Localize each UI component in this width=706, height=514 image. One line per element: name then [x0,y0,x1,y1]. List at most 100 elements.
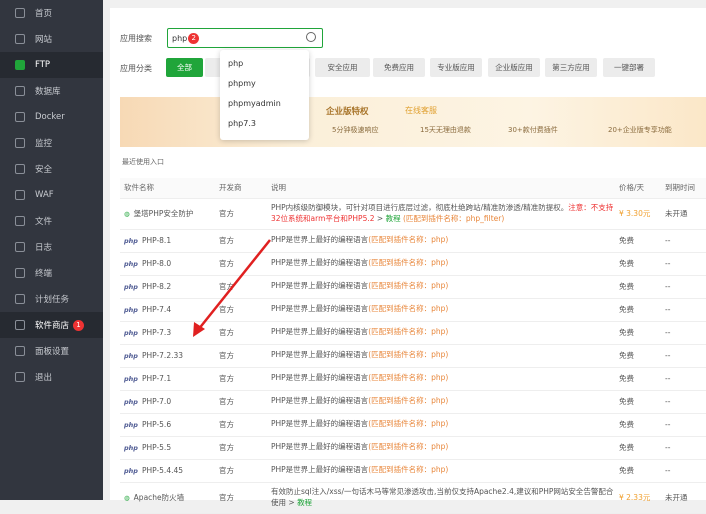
sidebar-item[interactable]: 日志 [0,234,103,260]
category-button[interactable]: 免费应用 [373,58,425,77]
table-row[interactable]: php PHP-5.5 官方 PHP是世界上最好的编程语言(匹配到插件名称：php… [120,436,706,460]
sidebar-item[interactable]: WAF [0,182,103,208]
notification-badge: 1 [73,319,85,331]
sidebar-item-label: 面板设置 [35,347,70,357]
category-button[interactable]: 专业版应用 [430,58,482,77]
software-name-text: Apache防火墙 [133,493,185,502]
home-icon [15,8,25,18]
category-button[interactable]: 全部 [166,58,203,77]
sidebar-item[interactable]: 首页 [0,0,103,26]
table-row[interactable]: php PHP-8.0 官方 PHP是世界上最好的编程语言(匹配到插件名称：php… [120,252,706,276]
software-name[interactable]: ◍ 堡塔PHP安全防护 [120,198,215,230]
table-row[interactable]: php PHP-5.4.45 官方 PHP是世界上最好的编程语言(匹配到插件名称：… [120,459,706,483]
developer: 官方 [215,390,267,414]
sidebar-item[interactable]: 数据库 [0,78,103,104]
sidebar-item-label: 终端 [35,269,53,279]
search-value: php [172,33,188,43]
software-name[interactable]: php PHP-5.4.45 [120,459,215,483]
banner-feature: 5分钟极速响应 [332,126,379,134]
table-row[interactable]: ◍ Apache防火墙 官方 有效防止sql注入/xss/一句话木马等常见渗透攻击… [120,482,706,514]
globe-icon [15,34,25,44]
price: 免费 [615,275,661,299]
software-name[interactable]: php PHP-5.5 [120,436,215,460]
expire: -- [661,413,706,437]
expire: -- [661,459,706,483]
table-row[interactable]: php PHP-7.1 官方 PHP是世界上最好的编程语言(匹配到插件名称：php… [120,367,706,391]
enterprise-banner[interactable]: 企业版特权 在线客服 5分钟极速响应 15天无理由退款 30+款付费插件 20+… [120,97,706,147]
top-strip [110,0,706,8]
software-name-text: PHP-7.2.33 [141,351,184,360]
software-name[interactable]: ◍ Apache防火墙 [120,482,215,514]
sidebar-item[interactable]: 退出 [0,364,103,390]
software-name[interactable]: php PHP-8.0 [120,252,215,276]
sidebar-item[interactable]: Docker [0,104,103,130]
match-note: (匹配到插件名称：php) [368,235,449,245]
banner-feature: 15天无理由退款 [420,126,471,134]
table-row[interactable]: php PHP-7.4 官方 PHP是世界上最好的编程语言(匹配到插件名称：php… [120,298,706,322]
match-note: (匹配到插件名称：php) [368,350,449,360]
suggestion-item[interactable]: php7.3 [220,114,309,134]
table-row[interactable]: php PHP-7.2.33 官方 PHP是世界上最好的编程语言(匹配到插件名称：… [120,344,706,368]
software-name[interactable]: php PHP-7.4 [120,298,215,322]
sidebar-item-label: 数据库 [35,87,61,97]
col-expire: 到期时间 [661,178,706,199]
sidebar-item-label: 退出 [35,373,53,383]
monitor-icon [15,138,25,148]
php-logo-icon: php [124,237,138,245]
table-row[interactable]: php PHP-7.0 官方 PHP是世界上最好的编程语言(匹配到插件名称：php… [120,390,706,414]
search-input[interactable]: php 2 [167,28,323,48]
software-name[interactable]: php PHP-5.6 [120,413,215,437]
category-button[interactable]: 一键部署 [603,58,655,77]
expire: -- [661,367,706,391]
software-name[interactable]: php PHP-8.1 [120,229,215,253]
description: PHP是世界上最好的编程语言(匹配到插件名称：php) [267,298,615,322]
online-service-link[interactable]: 在线客服 [405,105,437,116]
description-text: 有效防止sql注入/xss/一句话木马等常见渗透攻击,当前仅支持Apache2.… [271,487,614,507]
sidebar-item[interactable]: FTP [0,52,103,78]
sidebar-item-label: 网站 [35,35,53,45]
software-name[interactable]: php PHP-7.0 [120,390,215,414]
developer: 官方 [215,436,267,460]
sidebar-item[interactable]: 安全 [0,156,103,182]
match-note: (匹配到插件名称：php) [368,327,449,337]
table-row[interactable]: php PHP-7.3 官方 PHP是世界上最好的编程语言(匹配到插件名称：php… [120,321,706,345]
tutorial-link[interactable]: 教程 [297,498,312,507]
sidebar-item[interactable]: 软件商店 1 [0,312,103,338]
table-row[interactable]: php PHP-8.1 官方 PHP是世界上最好的编程语言(匹配到插件名称：php… [120,229,706,253]
category-button[interactable]: 企业版应用 [488,58,540,77]
expire: -- [661,229,706,253]
table-row[interactable]: php PHP-5.6 官方 PHP是世界上最好的编程语言(匹配到插件名称：php… [120,413,706,437]
category-button[interactable]: 第三方应用 [545,58,597,77]
sidebar-item[interactable]: 计划任务 [0,286,103,312]
description: PHP内核级防御模块，可针对项目进行底层过滤，彻底杜绝跨站/精准防渗透/精准防提… [267,198,615,230]
description-text: PHP是世界上最好的编程语言 [271,235,369,245]
description: PHP是世界上最好的编程语言(匹配到插件名称：php) [267,390,615,414]
search-label: 应用搜索 [120,34,152,43]
suggestion-item[interactable]: phpmyadmin [220,94,309,114]
search-icon[interactable] [306,32,316,42]
description-text: PHP内核级防御模块，可针对项目进行底层过滤，彻底杜绝跨站/精准防渗透/精准防提… [271,203,569,212]
category-button[interactable]: 安全应用 [315,58,370,77]
tutorial-link[interactable]: 教程 [386,214,401,223]
match-note: (匹配到插件名称：php) [368,396,449,406]
description-text: PHP是世界上最好的编程语言 [271,465,369,475]
table-row[interactable]: php PHP-8.2 官方 PHP是世界上最好的编程语言(匹配到插件名称：php… [120,275,706,299]
software-name[interactable]: php PHP-7.1 [120,367,215,391]
sidebar-item[interactable]: 监控 [0,130,103,156]
suggestion-item[interactable]: php [220,54,309,74]
software-name[interactable]: php PHP-8.2 [120,275,215,299]
sidebar-item[interactable]: 文件 [0,208,103,234]
php-logo-icon: php [124,444,138,452]
price: 免费 [615,321,661,345]
software-name[interactable]: php PHP-7.2.33 [120,344,215,368]
software-name[interactable]: php PHP-7.3 [120,321,215,345]
category-label: 应用分类 [120,64,152,73]
software-table: 软件名称 开发商 说明 价格/天 到期时间 ◍ 堡塔PHP安全防护 官方 PHP内… [120,178,706,514]
sidebar-item[interactable]: 终端 [0,260,103,286]
suggestion-item[interactable]: phpmy [220,74,309,94]
match-note: (匹配到插件名称：php) [368,281,449,291]
table-row[interactable]: ◍ 堡塔PHP安全防护 官方 PHP内核级防御模块，可针对项目进行底层过滤，彻底杜… [120,198,706,230]
sidebar-item[interactable]: 面板设置 [0,338,103,364]
sidebar-item[interactable]: 网站 [0,26,103,52]
description: 有效防止sql注入/xss/一句话木马等常见渗透攻击,当前仅支持Apache2.… [267,482,615,514]
